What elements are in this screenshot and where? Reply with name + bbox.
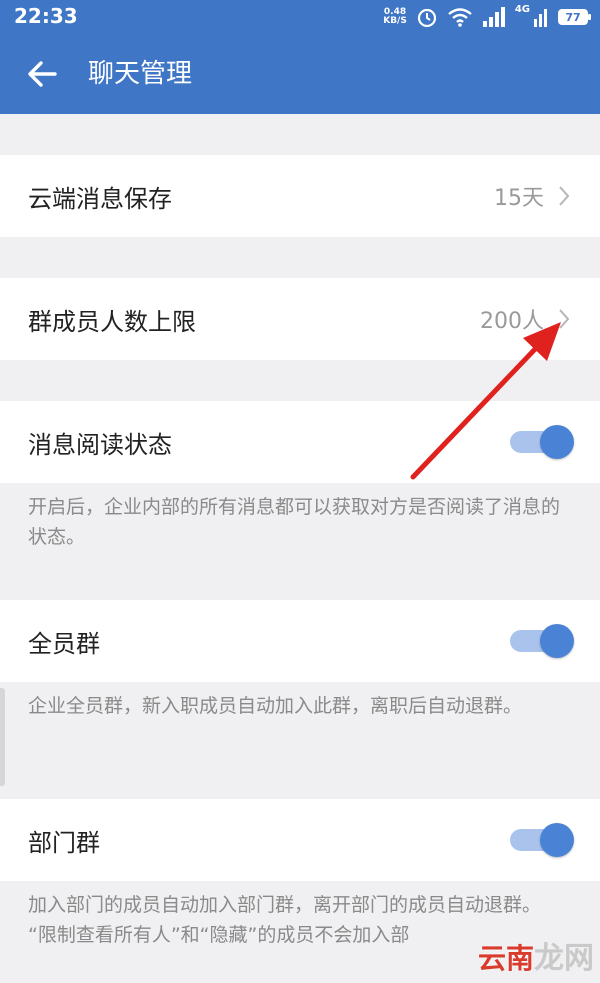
read-status-description: 开启后，企业内部的所有消息都可以获取对方是否阅读了消息的状态。	[28, 496, 561, 548]
network-type-label: 4G	[514, 4, 530, 15]
signal-icon-secondary	[534, 9, 547, 27]
back-button[interactable]	[22, 54, 62, 94]
cloud-storage-value: 15天	[494, 186, 544, 211]
toggle-knob	[540, 425, 574, 459]
all-staff-group-toggle[interactable]	[510, 624, 574, 658]
watermark-logo: 云南 龙网	[478, 933, 594, 977]
status-time: 22:33	[14, 4, 78, 28]
watermark-part1: 云南	[477, 942, 534, 975]
department-group-label: 部门群	[28, 828, 100, 857]
read-status-label: 消息阅读状态	[28, 430, 172, 459]
department-group-row: 部门群	[0, 799, 600, 881]
chevron-right-icon	[558, 184, 572, 208]
app-bar: 聊天管理	[0, 34, 600, 114]
chevron-right-icon	[558, 307, 572, 331]
signal-icon	[482, 7, 505, 27]
member-limit-row[interactable]: 群成员人数上限 200人	[0, 278, 600, 360]
department-group-toggle[interactable]	[510, 823, 574, 857]
edge-scroll-handle[interactable]	[0, 688, 5, 786]
alarm-icon	[417, 8, 436, 28]
department-group-description-line1: 加入部门的成员自动加入部门群，离开部门的成员自动退群。	[28, 894, 542, 916]
all-staff-group-row: 全员群	[0, 600, 600, 682]
cloud-storage-label: 云端消息保存	[28, 184, 172, 213]
net-speed: 0.48 KB/S	[383, 8, 407, 26]
page-title: 聊天管理	[88, 59, 193, 89]
all-staff-group-label: 全员群	[28, 629, 100, 658]
toggle-knob	[540, 823, 574, 857]
net-speed-unit: KB/S	[383, 16, 407, 26]
read-status-toggle[interactable]	[510, 425, 574, 459]
all-staff-group-description: 企业全员群，新入职成员自动加入此群，离职后自动退群。	[28, 695, 523, 717]
wifi-icon	[448, 8, 472, 27]
toggle-knob	[540, 624, 574, 658]
status-bar: 22:33 0.48 KB/S 4G 77	[0, 0, 600, 34]
watermark-part2: 龙网	[534, 941, 594, 976]
status-icons: 0.48 KB/S 4G 77	[383, 4, 591, 30]
cloud-storage-row[interactable]: 云端消息保存 15天	[0, 155, 600, 237]
member-limit-value: 200人	[480, 309, 544, 334]
member-limit-label: 群成员人数上限	[28, 307, 196, 336]
arrow-left-icon	[28, 61, 57, 87]
battery-icon: 77	[558, 9, 591, 25]
read-status-row: 消息阅读状态	[0, 401, 600, 483]
battery-level: 77	[565, 10, 581, 24]
